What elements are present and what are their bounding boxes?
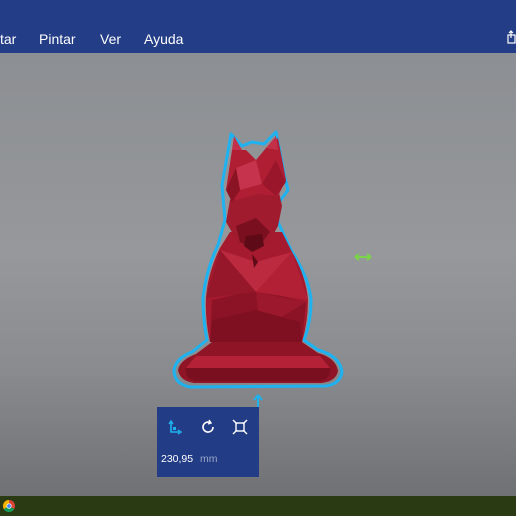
scale-tool-icon[interactable] (230, 417, 250, 437)
resize-horizontal-arrow-icon[interactable] (353, 251, 373, 263)
dimension-unit: mm (200, 453, 218, 465)
app-menubar: tar Pintar Ver Ayuda (0, 0, 516, 53)
dimension-value[interactable]: 230,95 (161, 453, 193, 465)
menu-item-ayuda[interactable]: Ayuda (144, 31, 183, 47)
menu-item-ver[interactable]: Ver (100, 31, 121, 47)
share-icon[interactable] (506, 30, 516, 44)
menu-item-pintar[interactable]: Pintar (39, 31, 76, 47)
taskbar (0, 496, 516, 516)
transform-panel: 230,95 mm (157, 407, 259, 477)
move-tool-icon[interactable] (165, 417, 185, 437)
menu-item-editar[interactable]: tar (0, 31, 16, 47)
main-menu: tar Pintar Ver Ayuda (0, 26, 516, 53)
rotate-tool-icon[interactable] (198, 417, 218, 437)
chrome-icon[interactable] (3, 500, 15, 512)
